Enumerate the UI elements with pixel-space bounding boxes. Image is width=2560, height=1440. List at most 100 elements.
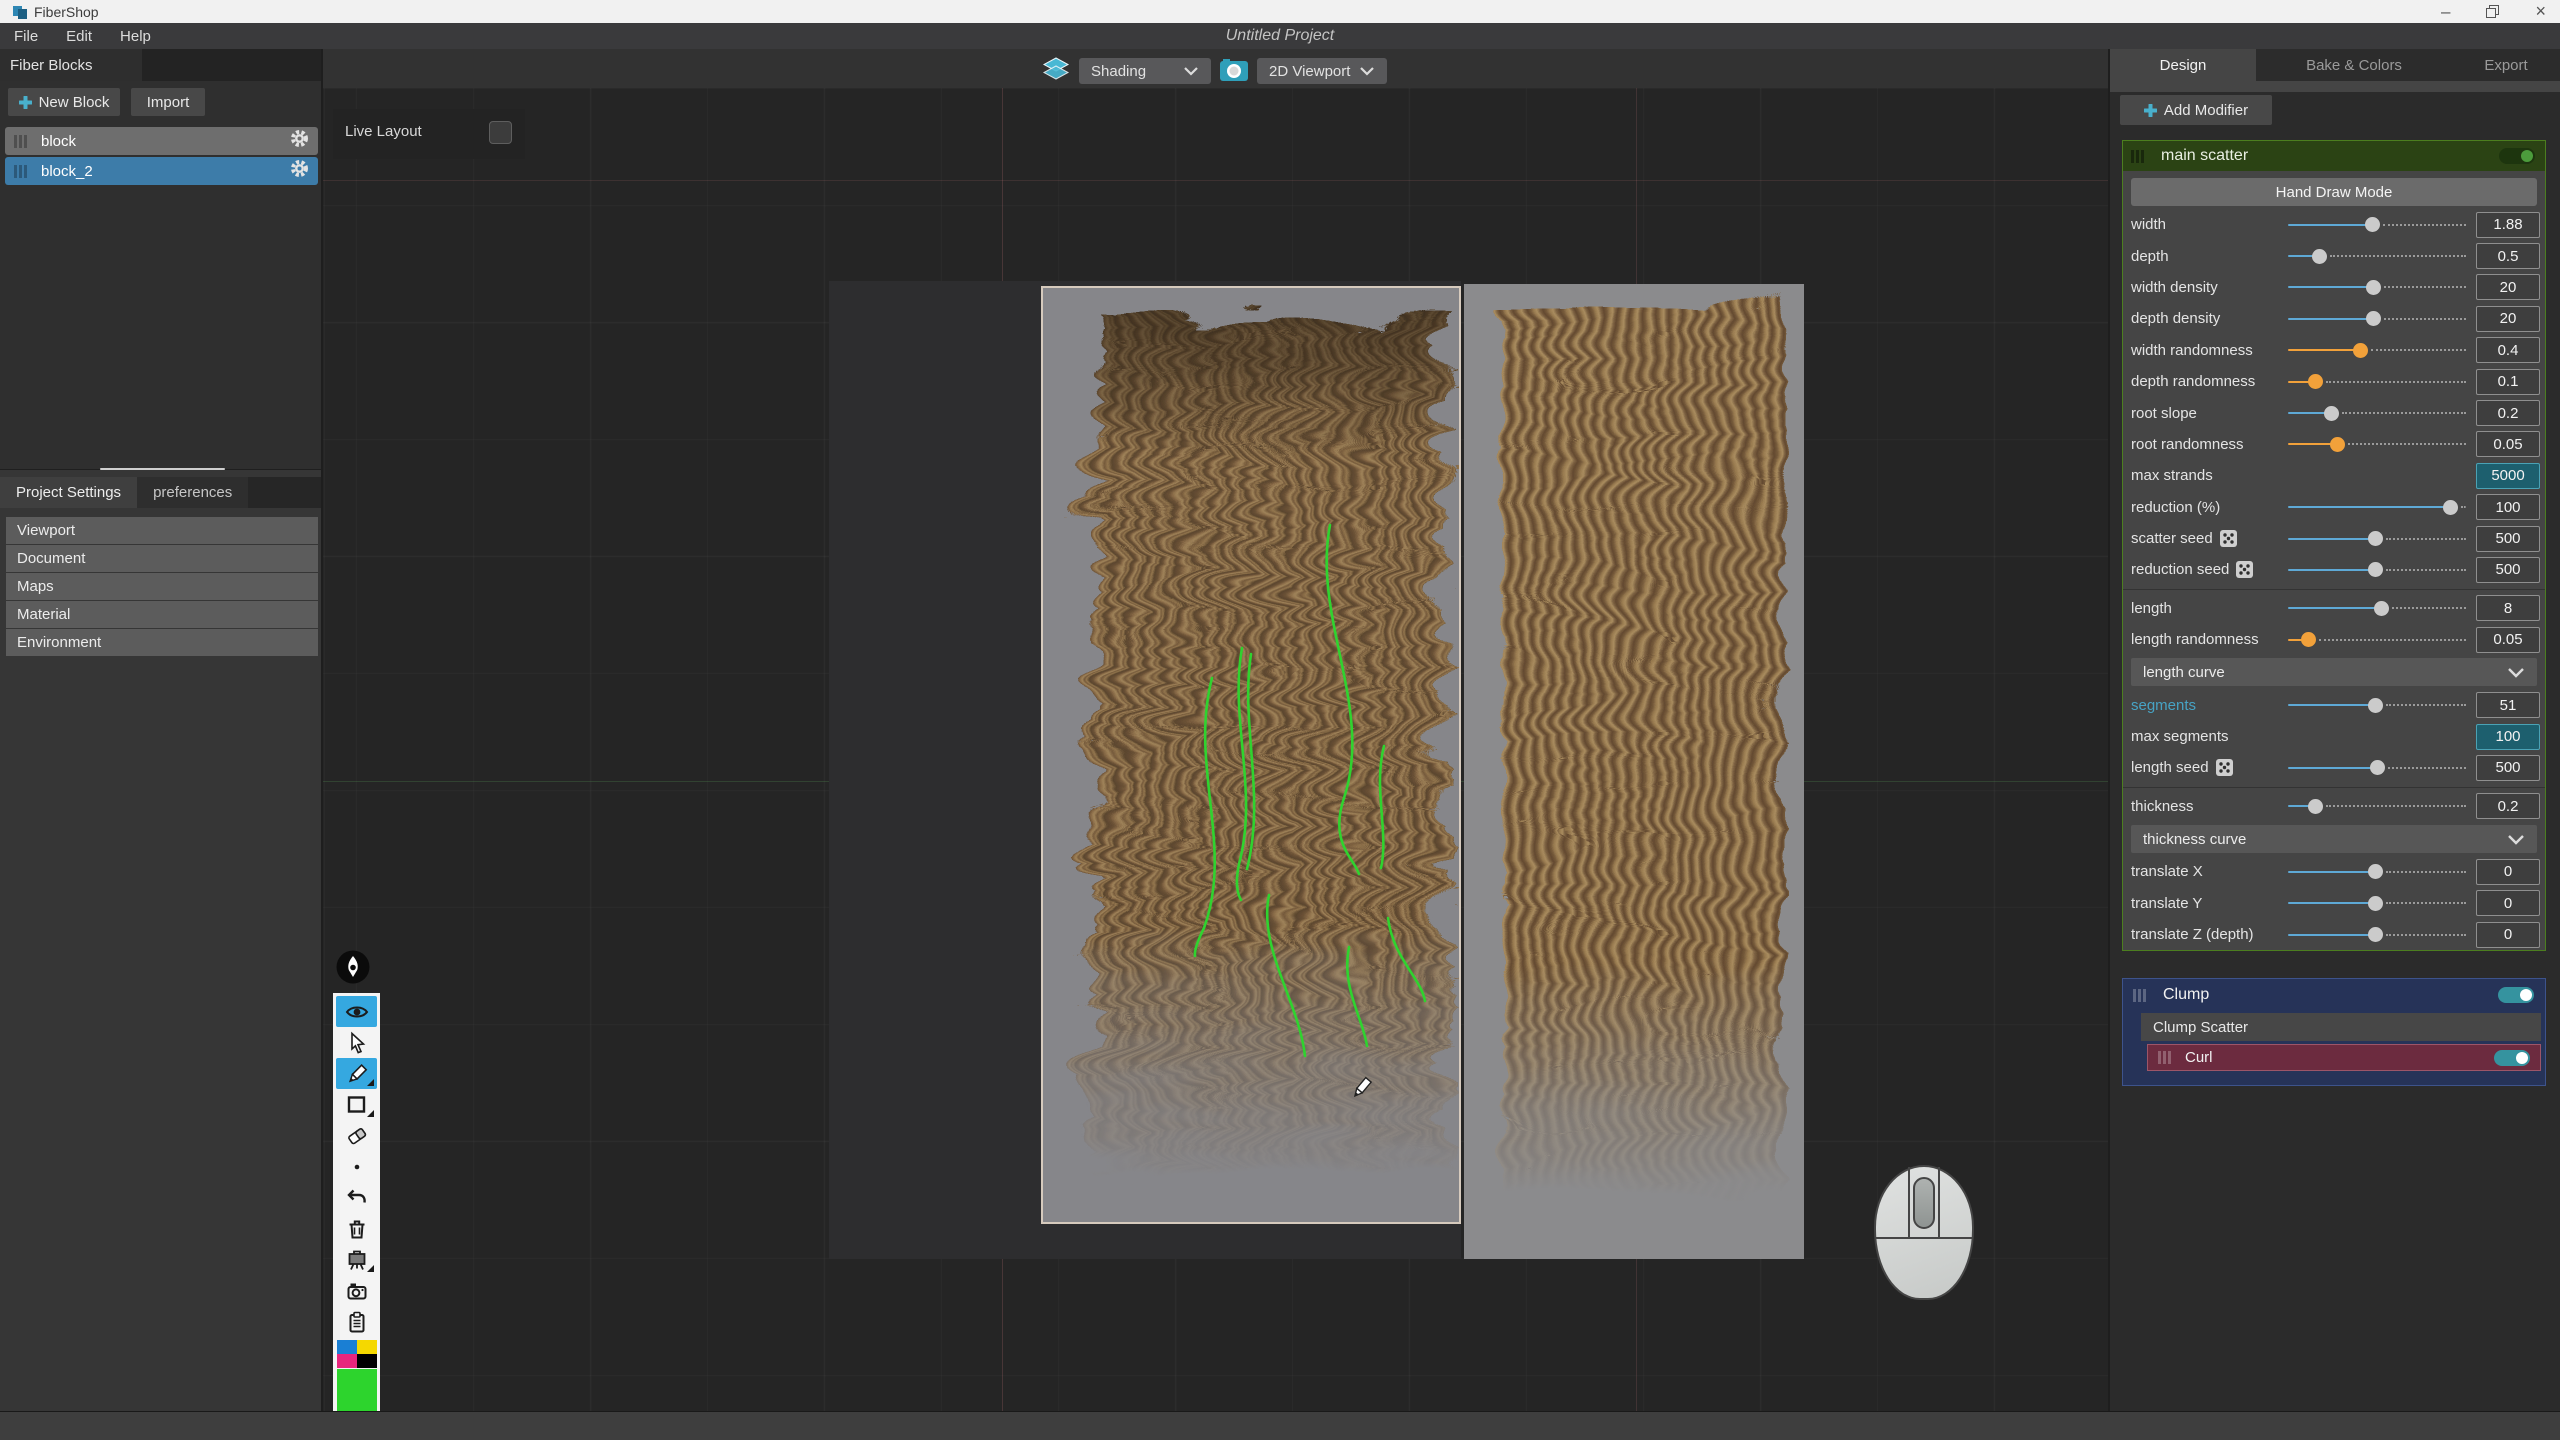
close-button[interactable]: × [2535, 1, 2546, 22]
draw-tool[interactable] [336, 1058, 377, 1089]
dice-icon[interactable] [2219, 529, 2238, 548]
snapshot-tool[interactable] [336, 1275, 377, 1306]
param-value-thickness[interactable]: 0.2 [2476, 793, 2540, 819]
param-slider-thickness[interactable] [2288, 796, 2466, 816]
slider-knob[interactable] [2324, 406, 2339, 421]
param-value-depth[interactable]: 0.5 [2476, 243, 2540, 269]
param-value-translate-y[interactable]: 0 [2476, 890, 2540, 916]
import-button[interactable]: Import [131, 88, 205, 116]
fiber-block-row[interactable]: block [5, 127, 318, 155]
param-value-depth-density[interactable]: 20 [2476, 306, 2540, 332]
param-slider-length-seed[interactable] [2288, 758, 2466, 778]
param-slider-depth[interactable] [2288, 246, 2466, 266]
param-value-reduction[interactable]: 100 [2476, 494, 2540, 520]
slider-knob[interactable] [2368, 896, 2383, 911]
pen-tool-button[interactable] [335, 949, 371, 985]
main-scatter-header[interactable]: main scatter [2123, 141, 2545, 171]
dice-icon[interactable] [2215, 758, 2234, 777]
slider-knob[interactable] [2312, 249, 2327, 264]
param-slider-scatter-seed[interactable] [2288, 529, 2466, 549]
clump-scatter-modifier[interactable]: Clump Scatter [2141, 1013, 2541, 1041]
slider-knob[interactable] [2366, 280, 2381, 295]
eraser-tool[interactable] [336, 1120, 377, 1151]
color-swatch[interactable] [357, 1354, 377, 1368]
color-swatch[interactable] [337, 1354, 357, 1368]
param-value-translate-z-depth[interactable]: 0 [2476, 922, 2540, 948]
fiber-block-card[interactable] [1464, 284, 1804, 1259]
new-block-button[interactable]: New Block [8, 88, 120, 116]
slider-knob[interactable] [2365, 217, 2380, 232]
delete-tool[interactable] [336, 1213, 377, 1244]
slider-knob[interactable] [2368, 927, 2383, 942]
drag-handle-icon[interactable] [2131, 150, 2144, 163]
param-slider-translate-x[interactable] [2288, 862, 2466, 882]
param-slider-width[interactable] [2288, 215, 2466, 235]
param-slider-length[interactable] [2288, 598, 2466, 618]
param-value-length-randomness[interactable]: 0.05 [2476, 627, 2540, 653]
param-slider-width-randomness[interactable] [2288, 340, 2466, 360]
main-scatter-toggle[interactable] [2499, 148, 2535, 164]
param-slider-depth-density[interactable] [2288, 309, 2466, 329]
active-color-swatch[interactable] [337, 1369, 377, 1411]
slider-knob[interactable] [2353, 343, 2368, 358]
param-slider-length-randomness[interactable] [2288, 630, 2466, 650]
param-value-width[interactable]: 1.88 [2476, 212, 2540, 238]
param-slider-root-randomness[interactable] [2288, 434, 2466, 454]
restore-button[interactable] [2486, 5, 2499, 18]
settings-item-environment[interactable]: Environment [6, 629, 318, 656]
panel-splitter[interactable] [100, 468, 225, 470]
live-layout-checkbox[interactable] [489, 121, 512, 144]
slider-knob[interactable] [2308, 374, 2323, 389]
fiber-block-card-selected[interactable] [1041, 286, 1461, 1224]
settings-item-document[interactable]: Document [6, 545, 318, 572]
curl-toggle[interactable] [2494, 1050, 2530, 1066]
slider-knob[interactable] [2368, 698, 2383, 713]
param-value-root-randomness[interactable]: 0.05 [2476, 431, 2540, 457]
slider-knob[interactable] [2301, 632, 2316, 647]
tab-preferences[interactable]: preferences [137, 477, 248, 508]
param-value-root-slope[interactable]: 0.2 [2476, 400, 2540, 426]
slider-knob[interactable] [2366, 311, 2381, 326]
menu-item-edit[interactable]: Edit [52, 23, 106, 49]
slider-knob[interactable] [2374, 601, 2389, 616]
clump-toggle[interactable] [2498, 987, 2534, 1003]
add-modifier-button[interactable]: Add Modifier [2120, 95, 2272, 125]
canvas-tool[interactable] [336, 1244, 377, 1275]
param-value-max-segments[interactable]: 100 [2476, 724, 2540, 750]
param-value-depth-randomness[interactable]: 0.1 [2476, 369, 2540, 395]
tab-bake-colors[interactable]: Bake & Colors [2256, 49, 2452, 81]
param-value-reduction-seed[interactable]: 500 [2476, 557, 2540, 583]
dice-icon[interactable] [2235, 560, 2254, 579]
param-value-scatter-seed[interactable]: 500 [2476, 526, 2540, 552]
tab-project-settings[interactable]: Project Settings [0, 477, 137, 508]
param-value-length[interactable]: 8 [2476, 595, 2540, 621]
undo-tool[interactable] [336, 1182, 377, 1213]
settings-item-material[interactable]: Material [6, 601, 318, 628]
drag-handle-icon[interactable] [2133, 989, 2146, 1002]
param-slider-root-slope[interactable] [2288, 403, 2466, 423]
settings-item-maps[interactable]: Maps [6, 573, 318, 600]
slider-knob[interactable] [2308, 799, 2323, 814]
tab-export[interactable]: Export [2452, 49, 2560, 81]
param-slider-reduction-seed[interactable] [2288, 560, 2466, 580]
param-value-width-randomness[interactable]: 0.4 [2476, 337, 2540, 363]
drag-handle-icon[interactable] [2158, 1051, 2171, 1064]
tab-design[interactable]: Design [2110, 49, 2256, 81]
param-value-width-density[interactable]: 20 [2476, 274, 2540, 300]
gear-icon[interactable] [289, 128, 310, 154]
param-slider-translate-y[interactable] [2288, 893, 2466, 913]
clipboard-tool[interactable] [336, 1306, 377, 1337]
param-slider-segments[interactable] [2288, 695, 2466, 715]
color-swatch[interactable] [337, 1340, 357, 1354]
slider-knob[interactable] [2368, 864, 2383, 879]
curl-modifier[interactable]: Curl [2147, 1044, 2541, 1071]
clump-header[interactable]: Clump [2124, 980, 2544, 1010]
param-value-segments[interactable]: 51 [2476, 692, 2540, 718]
hand-draw-mode-button[interactable]: Hand Draw Mode [2131, 178, 2537, 206]
param-slider-translate-z-depth[interactable] [2288, 925, 2466, 945]
color-swatches[interactable] [337, 1340, 377, 1368]
viewport-canvas[interactable]: Shading 2D Viewport Live Layout [323, 49, 2110, 1411]
view-mode-dropdown[interactable]: 2D Viewport [1257, 58, 1387, 84]
minimize-button[interactable]: – [2441, 2, 2450, 22]
rectangle-tool[interactable] [336, 1089, 377, 1120]
